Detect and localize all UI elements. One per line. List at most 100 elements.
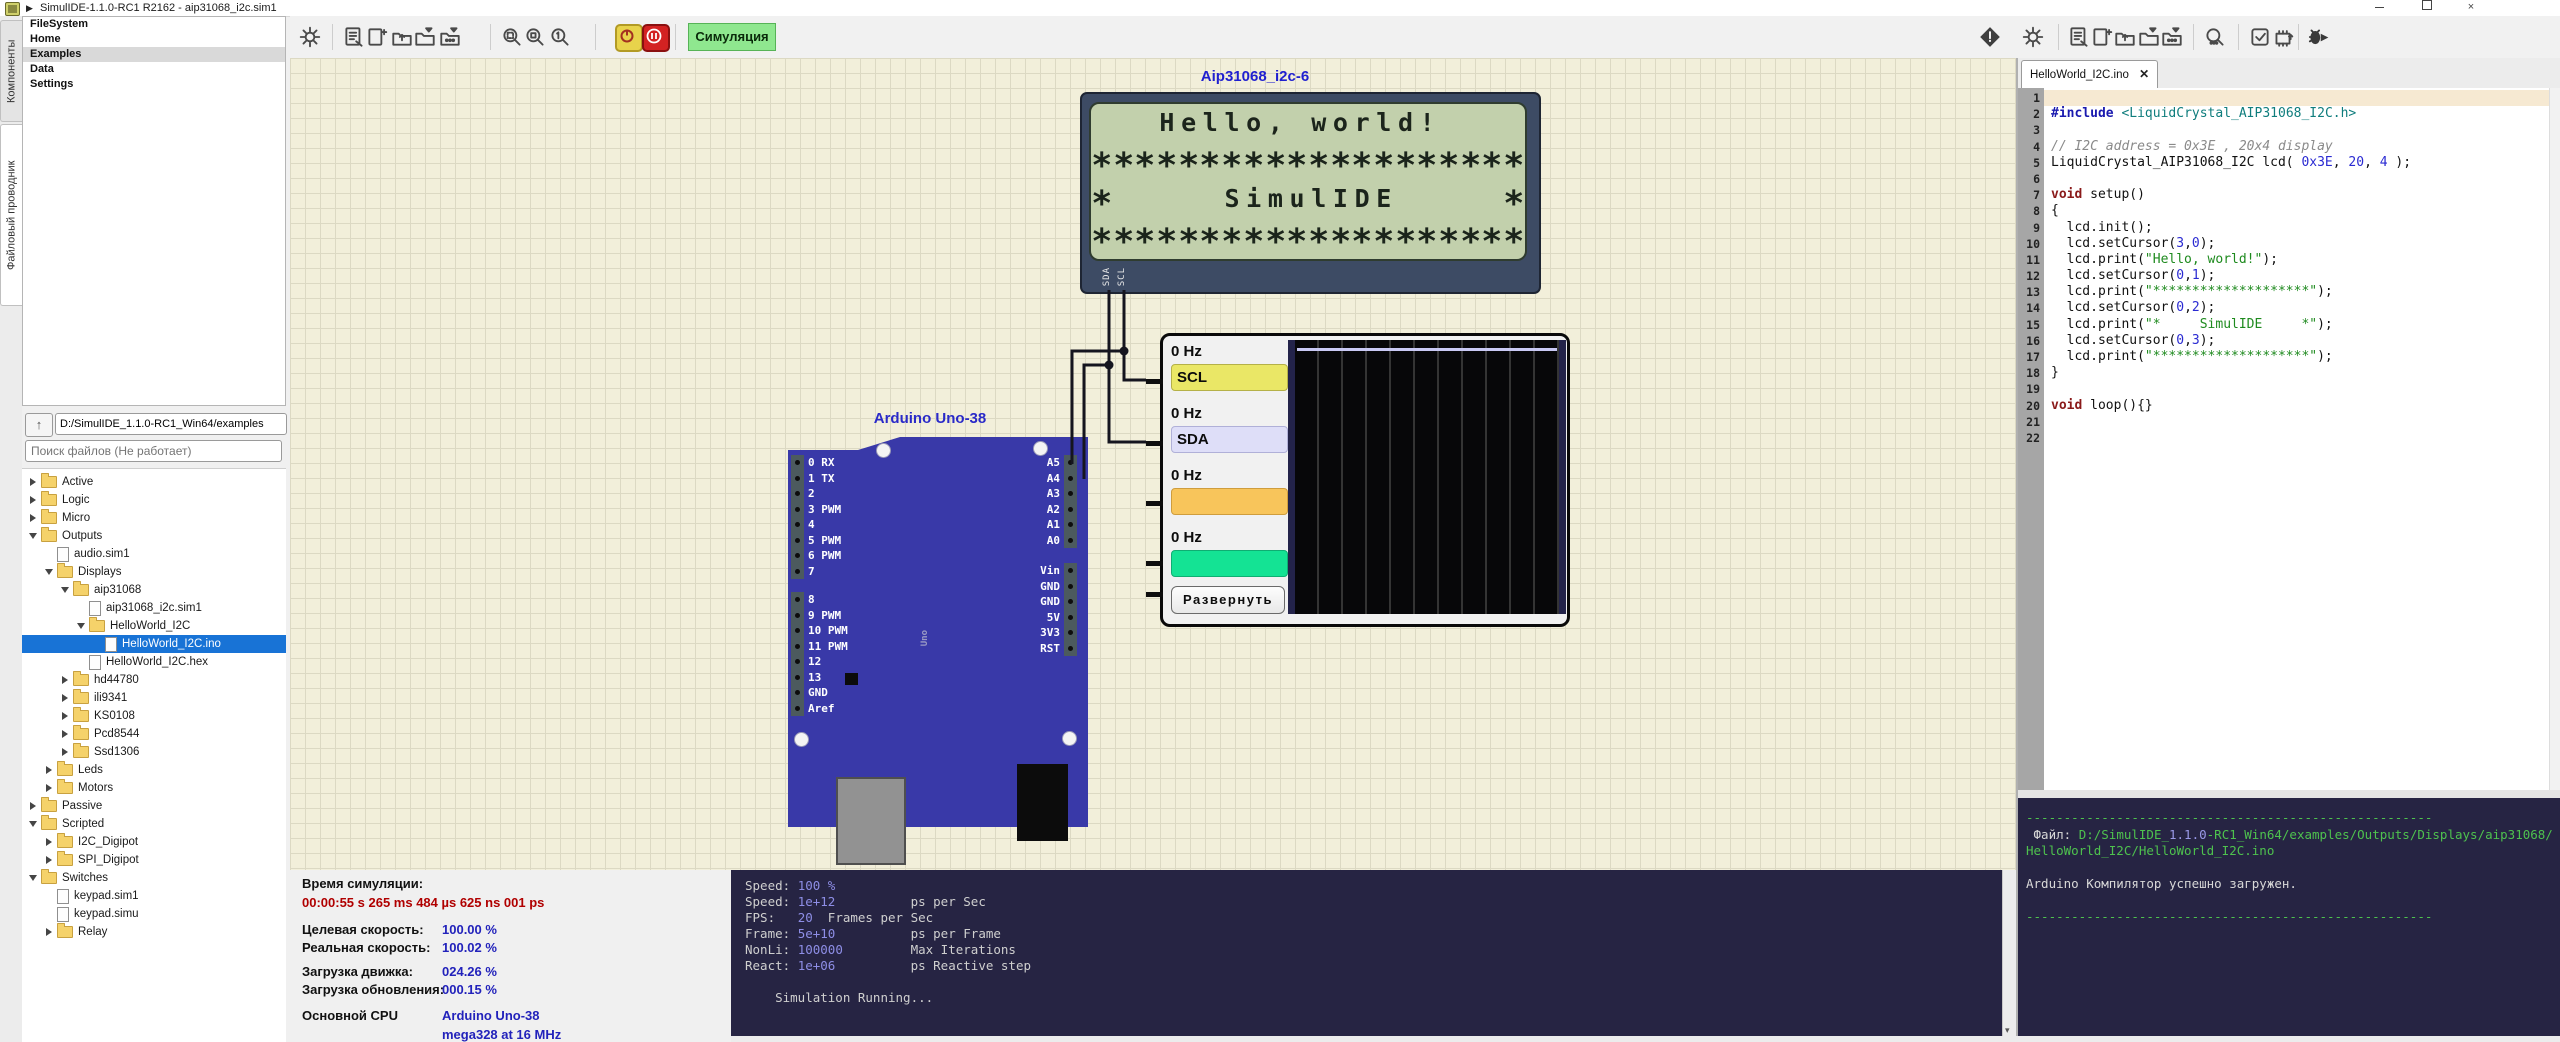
find-icon[interactable] (2203, 25, 2227, 49)
place-item[interactable]: Home (23, 32, 285, 47)
tree-item[interactable]: Active (22, 473, 286, 491)
debug-icon[interactable] (1978, 25, 2002, 49)
chevron-collapsed-icon[interactable] (42, 928, 55, 936)
tree-item[interactable]: ili9341 (22, 689, 286, 707)
chevron-expanded-icon[interactable] (74, 623, 87, 629)
lcd-display[interactable]: Hello, world! ********************* Simu… (1080, 92, 1541, 294)
zoom-one-icon[interactable] (548, 25, 572, 49)
compile-icon[interactable] (2248, 25, 2272, 49)
channel-box-1[interactable]: SCL (1171, 364, 1288, 391)
tree-item[interactable]: Motors (22, 779, 286, 797)
power-button[interactable] (615, 24, 643, 52)
path-field[interactable] (55, 413, 287, 435)
chevron-collapsed-icon[interactable] (26, 802, 39, 810)
chevron-collapsed-icon[interactable] (58, 730, 71, 738)
chevron-collapsed-icon[interactable] (42, 856, 55, 864)
tree-item[interactable]: audio.sim1 (22, 545, 286, 563)
pin-header-power[interactable] (1064, 563, 1077, 656)
new-sketch-icon[interactable] (2090, 25, 2114, 49)
place-item[interactable]: Data (23, 62, 285, 77)
save-file-as-icon[interactable] (2160, 25, 2184, 49)
tree-item[interactable]: HelloWorld_I2C.ino (22, 635, 286, 653)
search-input[interactable] (25, 440, 282, 462)
tree-item[interactable]: Leds (22, 761, 286, 779)
tree-item[interactable]: SPI_Digipot (22, 851, 286, 869)
scope-input-pin-5[interactable] (1146, 592, 1163, 597)
chevron-expanded-icon[interactable] (26, 821, 39, 827)
place-item[interactable]: Settings (23, 77, 285, 92)
tree-item[interactable]: hd44780 (22, 671, 286, 689)
channel-box-3[interactable] (1171, 488, 1288, 515)
save-file-icon[interactable] (2137, 25, 2161, 49)
tree-item[interactable]: Pcd8544 (22, 725, 286, 743)
open-file-icon[interactable] (2113, 25, 2137, 49)
maximize-button[interactable] (2418, 0, 2436, 14)
tree-item[interactable]: Passive (22, 797, 286, 815)
channel-box-4[interactable] (1171, 550, 1288, 577)
tab-file-explorer[interactable]: Файловый проводник (0, 124, 22, 306)
chevron-expanded-icon[interactable] (26, 875, 39, 881)
editor-scrollbar[interactable] (2549, 88, 2560, 790)
expand-button[interactable]: Развернуть (1171, 586, 1285, 614)
chevron-collapsed-icon[interactable] (26, 514, 39, 522)
save-circuit-as-icon[interactable] (413, 25, 437, 49)
scope-input-pin-4[interactable] (1146, 561, 1163, 566)
code-editor[interactable]: 12345678910111213141516171819202122 #inc… (2018, 88, 2560, 790)
chevron-collapsed-icon[interactable] (58, 694, 71, 702)
tab-components[interactable]: Компоненты (0, 20, 22, 122)
tab-close-icon[interactable]: ✕ (2139, 67, 2149, 81)
new-circuit-icon[interactable] (342, 25, 366, 49)
code-text[interactable]: #include <LiquidCrystal_AIP31068_I2C.h> … (2044, 90, 2550, 446)
editor-splitter[interactable] (2018, 790, 2560, 798)
logic-analyzer[interactable]: 0 HzSCL0 HzSDA0 Hz0 Hz Развернуть (1160, 333, 1570, 627)
chevron-collapsed-icon[interactable] (58, 748, 71, 756)
file-list-icon[interactable] (2067, 25, 2091, 49)
place-item[interactable]: Examples (23, 47, 285, 62)
channel-box-2[interactable]: SDA (1171, 426, 1288, 453)
upload-icon[interactable] (2271, 25, 2295, 49)
tree-item[interactable]: Micro (22, 509, 286, 527)
tree-item[interactable]: aip31068_i2c.sim1 (22, 599, 286, 617)
scope-input-pin-3[interactable] (1146, 501, 1163, 506)
chevron-collapsed-icon[interactable] (58, 712, 71, 720)
pin-header-analog[interactable] (1064, 455, 1077, 548)
settings-gear-icon[interactable] (298, 25, 322, 49)
tree-item[interactable]: Logic (22, 491, 286, 509)
editor-settings-gear-icon[interactable] (2021, 25, 2045, 49)
tree-item[interactable]: KS0108 (22, 707, 286, 725)
tree-item[interactable]: I2C_Digipot (22, 833, 286, 851)
debug-run-icon[interactable] (2306, 25, 2330, 49)
chevron-collapsed-icon[interactable] (42, 838, 55, 846)
chevron-expanded-icon[interactable] (26, 533, 39, 539)
pause-button[interactable] (642, 24, 670, 52)
chevron-expanded-icon[interactable] (42, 569, 55, 575)
save-image-icon[interactable] (438, 25, 462, 49)
open-circuit-icon[interactable] (365, 25, 389, 49)
tree-item[interactable]: aip31068 (22, 581, 286, 599)
scope-input-pin-1[interactable] (1146, 379, 1163, 384)
tree-item[interactable]: Scripted (22, 815, 286, 833)
pin-header-digital-low[interactable] (791, 455, 804, 579)
chevron-collapsed-icon[interactable] (42, 784, 55, 792)
tree-item[interactable]: Displays (22, 563, 286, 581)
tree-item[interactable]: Ssd1306 (22, 743, 286, 761)
tree-item[interactable]: keypad.simu (22, 905, 286, 923)
tree-item[interactable]: Switches (22, 869, 286, 887)
pin-header-digital-high[interactable] (791, 592, 804, 716)
circuit-canvas[interactable]: Aip31068_i2c-6 Hello, world! ***********… (290, 58, 2016, 870)
chevron-expanded-icon[interactable] (58, 587, 71, 593)
tree-item[interactable]: HelloWorld_I2C.hex (22, 653, 286, 671)
zoom-area-icon[interactable] (523, 25, 547, 49)
chevron-collapsed-icon[interactable] (58, 676, 71, 684)
sim-console-scrollbar[interactable] (2002, 870, 2016, 1036)
chevron-collapsed-icon[interactable] (42, 766, 55, 774)
chevron-collapsed-icon[interactable] (26, 478, 39, 486)
scope-input-pin-2[interactable] (1146, 441, 1163, 446)
tree-item[interactable]: HelloWorld_I2C (22, 617, 286, 635)
place-item[interactable]: FileSystem (23, 17, 285, 32)
editor-tab[interactable]: HelloWorld_I2C.ino ✕ (2021, 60, 2158, 88)
tree-item[interactable]: Outputs (22, 527, 286, 545)
close-button[interactable]: × (2462, 0, 2480, 14)
chevron-collapsed-icon[interactable] (26, 496, 39, 504)
up-directory-button[interactable]: ↑ (25, 413, 53, 437)
